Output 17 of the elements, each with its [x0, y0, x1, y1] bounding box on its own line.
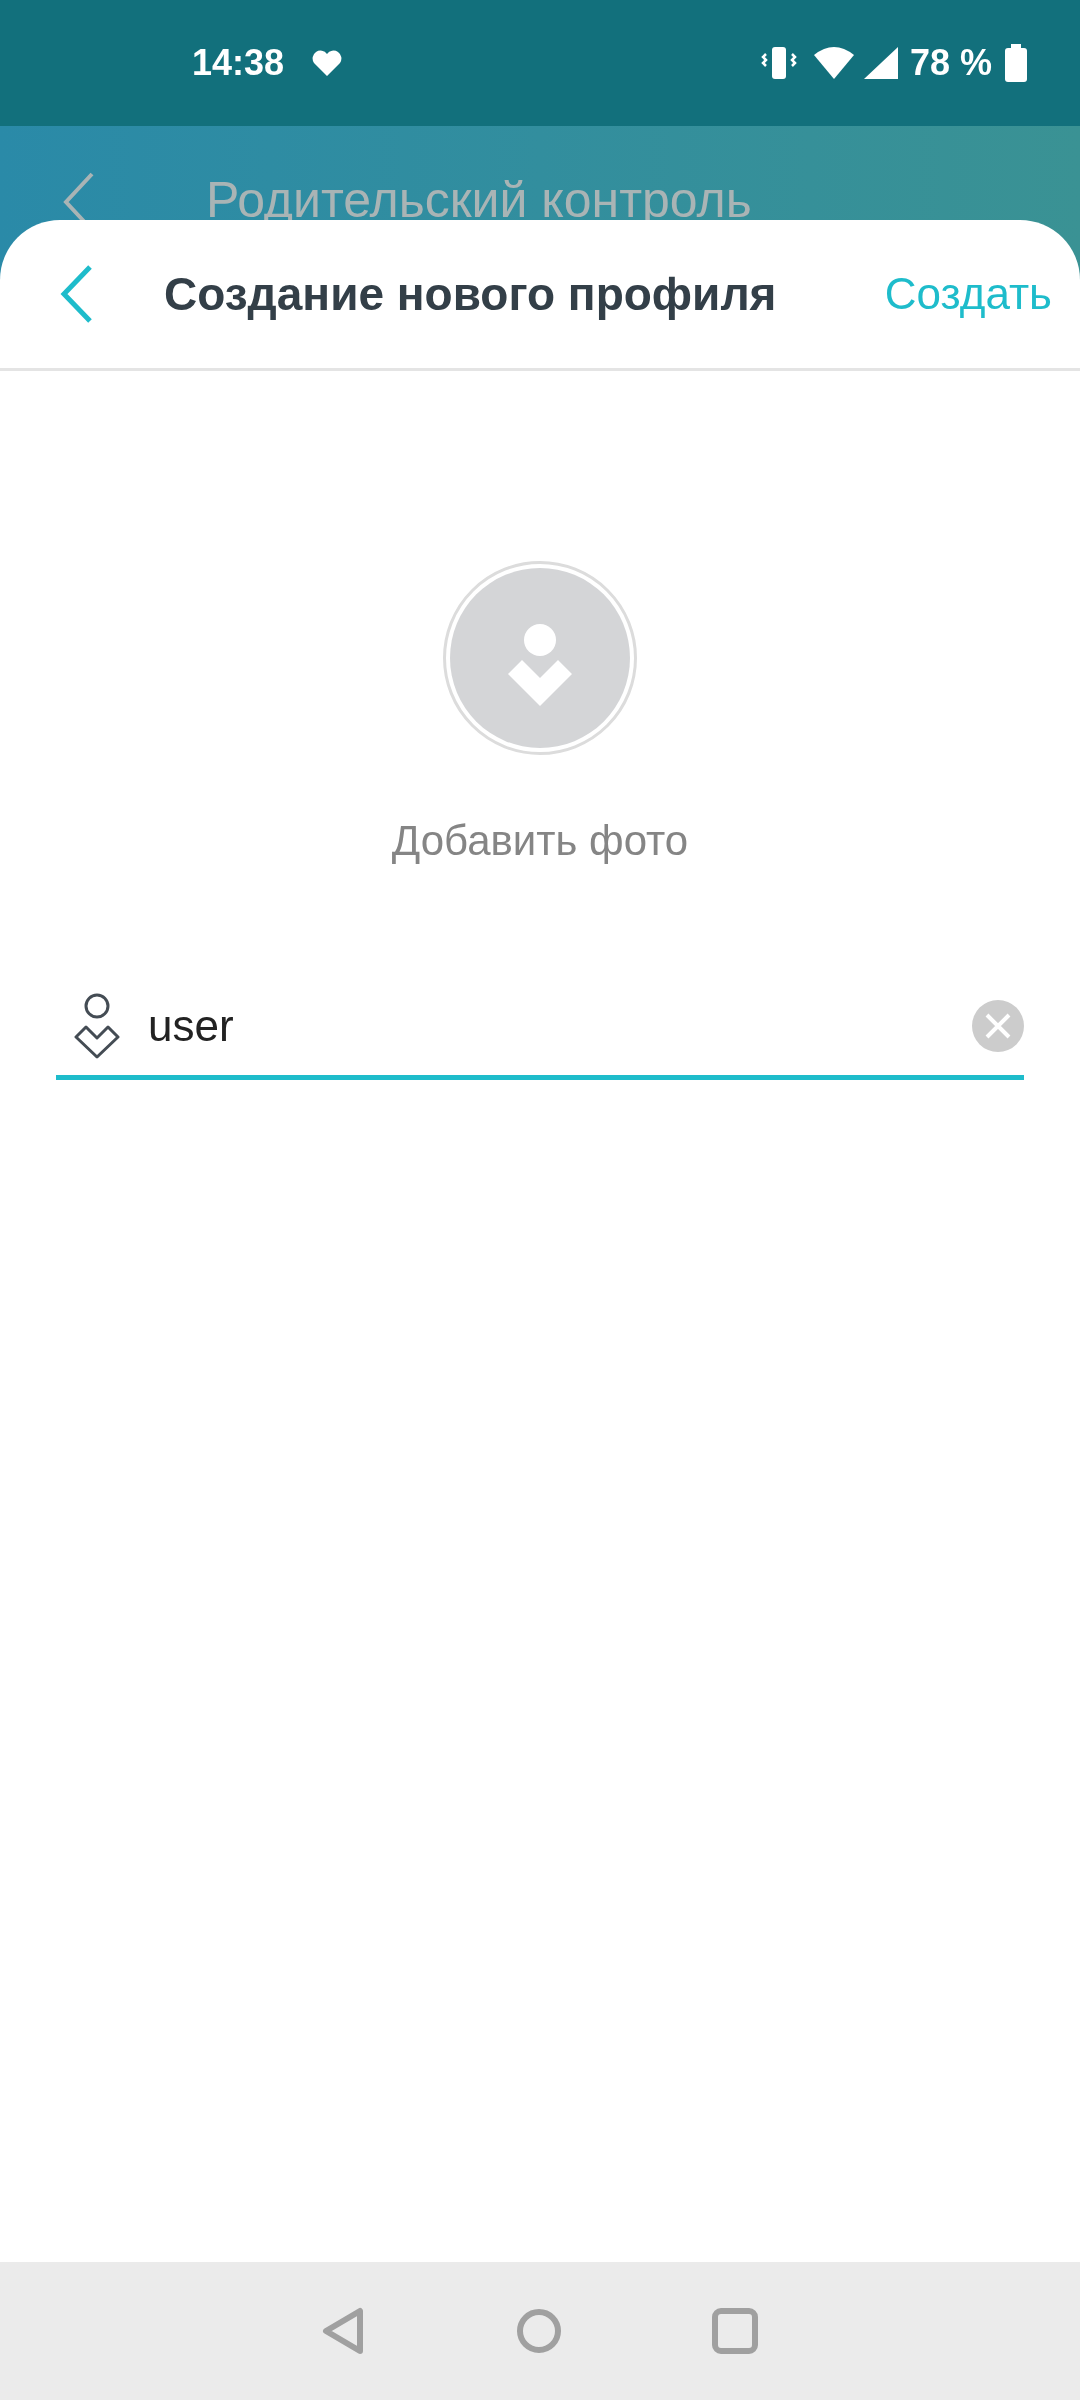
user-icon — [72, 993, 122, 1059]
nav-recents-button[interactable] — [712, 2308, 758, 2354]
nav-home-button[interactable] — [516, 2308, 562, 2354]
name-field[interactable]: user — [56, 983, 1024, 1080]
back-button[interactable] — [58, 263, 94, 325]
vibrate-icon — [759, 44, 798, 82]
battery-percent: 78 % — [909, 42, 992, 84]
wifi-icon — [811, 45, 856, 81]
battery-icon — [1004, 44, 1028, 82]
clear-button[interactable] — [972, 1000, 1024, 1052]
heart-icon — [312, 50, 343, 76]
status-time: 14:38 — [192, 42, 285, 84]
name-input[interactable]: user — [148, 1001, 946, 1051]
sheet-title: Создание нового профиля — [164, 267, 778, 321]
background-title: Родительский контроль — [206, 171, 752, 230]
add-photo-label: Добавить фото — [391, 817, 689, 865]
nav-back-button[interactable] — [322, 2307, 366, 2355]
